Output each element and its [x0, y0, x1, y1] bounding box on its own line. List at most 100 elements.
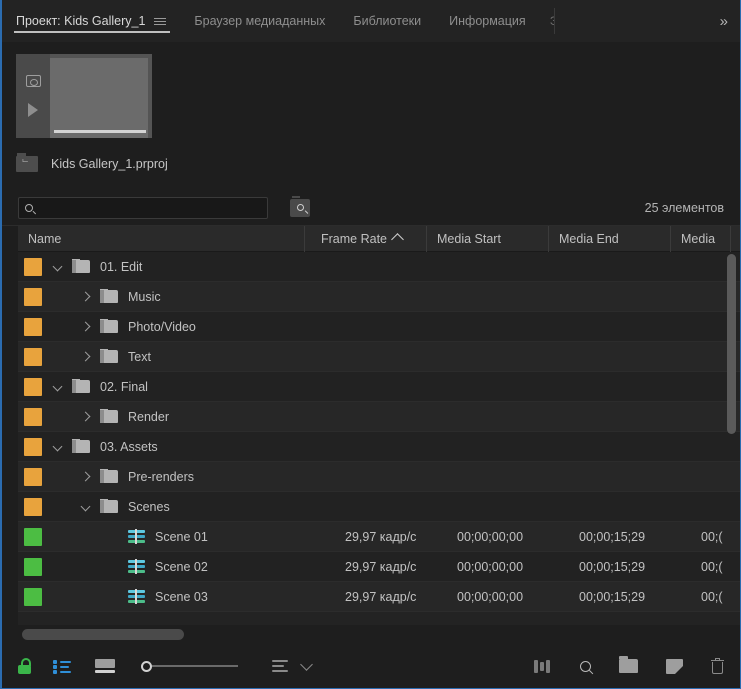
search-box[interactable] [18, 196, 268, 219]
tab-libraries[interactable]: Библиотеки [339, 0, 435, 42]
zoom-slider-knob[interactable] [141, 660, 152, 672]
list-view-icon[interactable] [53, 659, 71, 674]
panel-tab-bar: Проект: Kids Gallery_1 Браузер медиаданн… [2, 0, 740, 42]
cell-name: 02. Final [42, 378, 329, 395]
table-row[interactable]: Scene 01 29,97 кадр/с 00;00;00;00 00;00;15;… [18, 522, 740, 552]
vertical-scrollbar[interactable] [727, 254, 736, 434]
cell-media-start: 00;00;00;00 [457, 589, 524, 604]
column-header-media-end[interactable]: Media End [549, 226, 671, 252]
horizontal-scrollbar[interactable] [22, 629, 184, 640]
cell-name: 01. Edit [42, 258, 329, 275]
tab-overflow-icon[interactable]: » [708, 14, 740, 29]
table-row[interactable]: Scene 03 29,97 кадр/с 00;00;00;00 00;00;15;… [18, 582, 740, 612]
column-header-frame-rate-label: Frame Rate [321, 231, 387, 246]
disclosure-open-icon[interactable] [78, 499, 94, 515]
label-color-chip[interactable] [24, 527, 42, 546]
table-row[interactable]: Render [18, 402, 740, 432]
cell-frame-rate: 29,97 кадр/с [345, 589, 417, 604]
table-row[interactable]: Text [18, 342, 740, 372]
sort-icon[interactable] [272, 660, 288, 672]
toolbar-right-group [534, 656, 724, 674]
table-row[interactable]: Pre-renders [18, 462, 740, 492]
item-name-label: Pre-renders [128, 469, 194, 484]
project-panel: Проект: Kids Gallery_1 Браузер медиаданн… [0, 0, 741, 689]
icon-view-icon[interactable] [95, 659, 115, 673]
column-header-media-duration[interactable]: Media [671, 226, 731, 252]
label-color-chip[interactable] [24, 497, 42, 516]
disclosure-closed-icon[interactable] [78, 319, 94, 335]
zoom-slider-track[interactable] [152, 665, 238, 667]
table-row[interactable]: 01. Edit [18, 252, 740, 282]
label-color-chip[interactable] [24, 437, 42, 456]
cell-media-start: 00;00;00;00 [457, 529, 524, 544]
table-row[interactable]: 02. Final [18, 372, 740, 402]
disclosure-closed-icon[interactable] [78, 289, 94, 305]
tab-media-browser-label: Браузер медиаданных [194, 14, 326, 28]
cell-name: Pre-renders [42, 468, 329, 485]
disclosure-open-icon[interactable] [50, 439, 66, 455]
disclosure-closed-icon[interactable] [78, 349, 94, 365]
disclosure-open-icon[interactable] [50, 259, 66, 275]
bin-icon [72, 438, 90, 453]
table-row[interactable]: 03. Assets [18, 432, 740, 462]
column-header-frame-rate[interactable]: Frame Rate [305, 226, 427, 252]
label-color-chip[interactable] [24, 347, 42, 366]
camera-icon[interactable] [25, 75, 41, 87]
label-color-chip[interactable] [24, 257, 42, 276]
bin-icon [72, 258, 90, 273]
tab-divider [553, 8, 555, 34]
tab-info[interactable]: Информация [435, 0, 540, 42]
tab-clipped[interactable]: Э [540, 14, 554, 28]
column-header-name[interactable]: Name [18, 226, 305, 252]
item-name-label: Text [128, 349, 151, 364]
item-name-label: Scenes [128, 499, 170, 514]
unlocked-padlock-icon[interactable] [18, 658, 31, 674]
label-color-chip[interactable] [24, 317, 42, 336]
label-color-chip[interactable] [24, 287, 42, 306]
cell-media-duration: 00;( [701, 559, 723, 574]
new-bin-icon[interactable] [619, 656, 638, 673]
trash-icon[interactable] [711, 657, 724, 674]
label-color-chip[interactable] [24, 467, 42, 486]
sort-ascending-icon [391, 232, 404, 246]
play-icon[interactable] [28, 103, 38, 117]
chevron-down-icon[interactable] [300, 657, 313, 671]
cell-name: Scene 02 [42, 559, 329, 574]
column-header-media-start[interactable]: Media Start [427, 226, 549, 252]
tab-media-browser[interactable]: Браузер медиаданных [180, 0, 339, 42]
cell-media-end: 00;00;15;29 [579, 529, 646, 544]
bin-icon [100, 348, 118, 363]
label-color-chip[interactable] [24, 587, 42, 606]
table-column-headers: Name Frame Rate Media Start Media End Me… [18, 226, 740, 252]
sequence-icon [128, 529, 145, 544]
panel-menu-icon[interactable] [154, 17, 167, 25]
cell-media-end: 00;00;15;29 [579, 589, 646, 604]
table-row[interactable]: Scene 02 29,97 кадр/с 00;00;00;00 00;00;15;… [18, 552, 740, 582]
new-item-icon[interactable] [666, 658, 683, 674]
search-icon[interactable] [577, 658, 594, 674]
preview-scrubber[interactable] [54, 130, 146, 133]
search-input[interactable] [39, 200, 261, 215]
table-row[interactable]: Scenes [18, 492, 740, 522]
bin-icon [100, 288, 118, 303]
project-file-row[interactable]: Kids Gallery_1.prproj [16, 153, 740, 172]
disclosure-closed-icon[interactable] [78, 409, 94, 425]
find-in-project-button[interactable] [290, 195, 310, 217]
item-name-label: Music [128, 289, 161, 304]
cell-name: Scene 03 [42, 589, 329, 604]
table-row[interactable]: Photo/Video [18, 312, 740, 342]
cell-name: Scene 01 [42, 529, 329, 544]
tab-project[interactable]: Проект: Kids Gallery_1 [2, 0, 180, 42]
table-row[interactable]: Music [18, 282, 740, 312]
freeform-view-icon[interactable] [534, 659, 552, 673]
find-icon [295, 202, 305, 213]
disclosure-closed-icon[interactable] [78, 469, 94, 485]
disclosure-open-icon[interactable] [50, 379, 66, 395]
preview-thumbnail[interactable] [16, 54, 152, 138]
zoom-slider[interactable] [141, 660, 238, 672]
cell-media-duration: 00;( [701, 529, 723, 544]
label-color-chip[interactable] [24, 407, 42, 426]
label-color-chip[interactable] [24, 557, 42, 576]
label-color-chip[interactable] [24, 377, 42, 396]
item-name-label: Scene 02 [155, 559, 208, 574]
